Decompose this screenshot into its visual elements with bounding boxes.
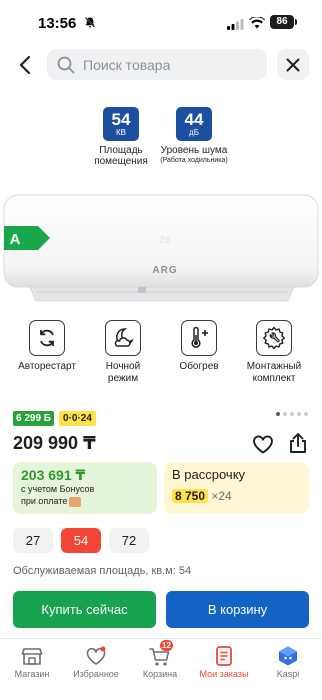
spec-badge: 54 КВ <box>103 107 139 141</box>
spec-unit: дБ <box>189 127 199 137</box>
feature-label: Обогрев <box>179 361 219 372</box>
feature-label-line2: режим <box>107 373 139 384</box>
search-input[interactable] <box>83 56 253 73</box>
feature-night-mode[interactable]: Ночной режим <box>90 320 156 385</box>
product-brand: ARG <box>152 265 177 276</box>
installment-tag: 0·0·24 <box>59 411 96 426</box>
product-display: 26 <box>159 236 171 247</box>
nav-favorites[interactable]: Избранное <box>64 645 128 680</box>
thermometer-plus-icon <box>181 320 217 356</box>
wifi-icon <box>249 16 265 34</box>
bonus-note-text: при оплате <box>21 496 68 506</box>
energy-class: A <box>10 231 21 248</box>
cart-icon: 12 <box>148 640 173 667</box>
bonus-price-card[interactable]: 203 691 ₸ с учетом Бонусов при оплате <box>13 462 157 514</box>
share-button[interactable] <box>287 432 309 454</box>
feature-autorestart[interactable]: Авторестарт <box>14 320 80 373</box>
heart-icon <box>84 645 108 667</box>
installment-title: В рассрочку <box>172 467 246 482</box>
feature-label: Авторестарт <box>18 361 76 372</box>
nav-store[interactable]: Магазин <box>0 645 64 680</box>
search-icon <box>57 56 75 73</box>
bell-muted-icon <box>84 16 96 34</box>
status-time: 13:56 <box>38 15 77 32</box>
heart-icon <box>253 435 273 454</box>
kaspi-logo-icon <box>69 496 82 507</box>
back-button[interactable] <box>12 50 38 80</box>
pagination-dot[interactable] <box>304 412 308 416</box>
pagination-dot[interactable] <box>283 412 287 416</box>
close-icon <box>286 58 300 71</box>
status-bar: 13:56 86 <box>0 0 322 46</box>
pagination-dot[interactable] <box>290 412 294 416</box>
bonus-note-line2: при оплате <box>21 495 149 507</box>
battery-tip <box>295 19 297 25</box>
spec-label: Площадь <box>99 145 143 156</box>
spec-label: Уровень шума <box>160 145 228 156</box>
autorestart-icon <box>29 320 65 356</box>
store-icon <box>20 645 44 667</box>
spec-sublabel: (Работа ходильника) <box>160 157 228 164</box>
pagination-dot[interactable] <box>276 412 280 416</box>
nav-kaspi[interactable]: Kaspi <box>256 645 320 680</box>
feature-label: Монтажный <box>246 361 302 372</box>
spec-unit: КВ <box>116 127 126 137</box>
nav-label: Kaspi <box>276 669 300 679</box>
spec-room-area: 54 КВ Площадь помещения <box>88 107 154 167</box>
nav-label: Избранное <box>73 669 119 679</box>
bonus-price: 203 691 ₸ <box>21 467 86 483</box>
image-pagination[interactable] <box>276 412 308 416</box>
installment-amount: 8 750 <box>172 489 209 503</box>
feature-label: Ночной <box>105 361 141 372</box>
share-icon <box>290 433 306 453</box>
feature-mounting-kit[interactable]: Монтажный комплект <box>241 320 307 385</box>
spec-value: 44 <box>184 109 204 129</box>
add-to-cart-button[interactable]: В корзину <box>166 591 309 628</box>
energy-class-label: A <box>4 226 50 250</box>
spec-noise-level: 44 дБ Уровень шума (Работа ходильника) <box>154 107 234 165</box>
spec-value: 54 <box>111 109 131 129</box>
favorite-button[interactable] <box>252 434 274 454</box>
installment-card[interactable]: В рассрочку 8 750 ×24 <box>164 462 309 514</box>
area-option-72[interactable]: 72 <box>109 528 149 553</box>
nav-label: Корзина <box>142 669 178 679</box>
area-caption: Обслуживаемая площадь, кв.м: 54 <box>13 565 192 577</box>
installment-months: ×24 <box>211 489 232 503</box>
nav-my-orders[interactable]: Мои заказы <box>192 645 256 680</box>
orders-icon <box>212 645 236 667</box>
signal-icon <box>227 17 244 35</box>
pagination-dot[interactable] <box>297 412 301 416</box>
gear-wrench-icon <box>256 320 292 356</box>
nav-label: Магазин <box>14 669 50 679</box>
installment-row: 8 750 ×24 <box>172 488 301 504</box>
bottom-navigation: Магазин Избранное 12 Корзина Мои заказы … <box>0 638 322 700</box>
bonus-note: с учетом Бонусов <box>21 484 95 494</box>
kaspi-assistant-icon <box>276 645 300 667</box>
moon-cloud-icon <box>105 320 141 356</box>
chevron-left-icon <box>19 55 31 75</box>
buy-now-button[interactable]: Купить сейчас <box>13 591 156 628</box>
battery-indicator: 86 <box>270 15 294 29</box>
area-option-27[interactable]: 27 <box>13 528 53 553</box>
search-bar[interactable] <box>47 49 267 80</box>
nav-cart[interactable]: 12 Корзина <box>128 640 192 680</box>
bonus-tag: 6 299 Б <box>13 411 54 426</box>
product-price: 209 990 ₸ <box>13 433 96 453</box>
spec-label-line2: помещения <box>94 156 148 167</box>
nav-label: Мои заказы <box>199 669 249 679</box>
feature-label-line2: комплект <box>252 373 296 384</box>
spec-badge: 44 дБ <box>176 107 212 141</box>
close-button[interactable] <box>277 49 309 80</box>
cart-count-badge: 12 <box>160 640 173 651</box>
area-option-54[interactable]: 54 <box>61 528 101 553</box>
feature-heating[interactable]: Обогрев <box>166 320 232 373</box>
